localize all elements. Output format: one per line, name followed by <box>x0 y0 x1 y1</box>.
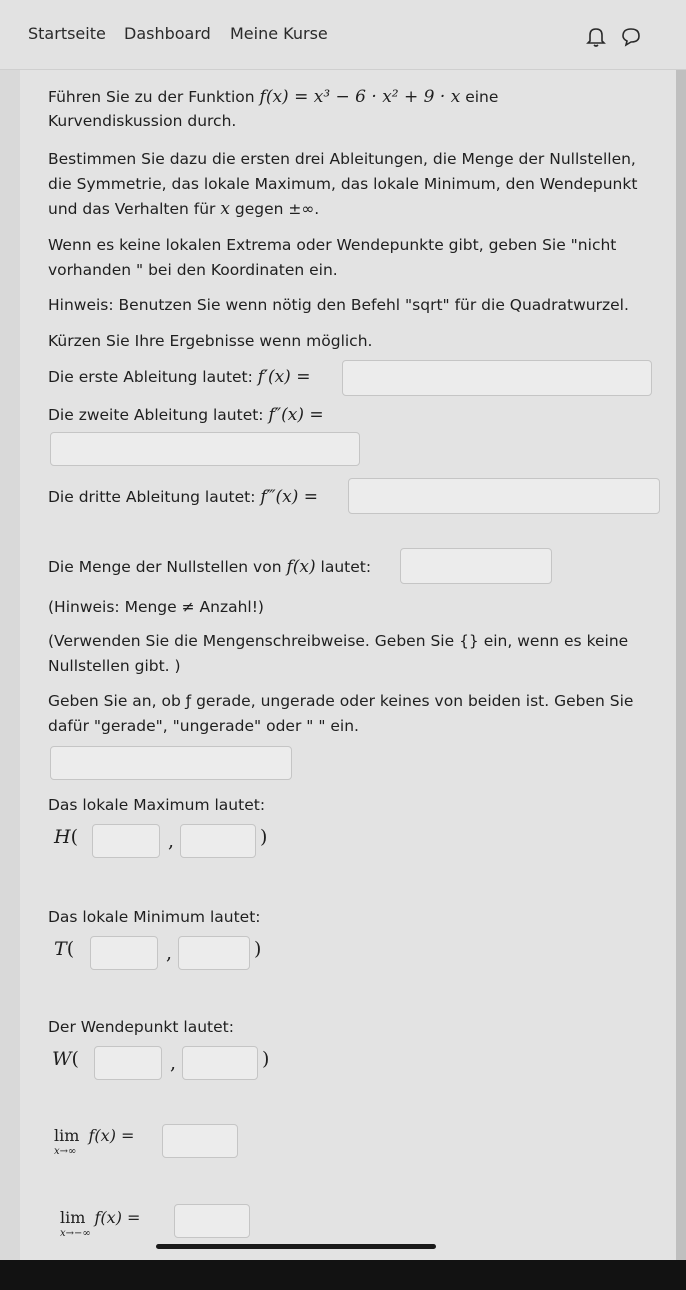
inflection-comma: , <box>170 1052 177 1074</box>
inflection-x-input[interactable] <box>94 1046 162 1080</box>
minimum-close-paren: ) <box>254 938 262 960</box>
minimum-label: Das lokale Minimum lautet: <box>48 908 261 926</box>
limit-plus-infinity-input[interactable] <box>162 1124 238 1158</box>
maximum-x-input[interactable] <box>92 824 160 858</box>
limit-minus-infinity-label: lim x→−∞ f(x) = <box>60 1208 141 1239</box>
nav-dashboard[interactable]: Dashboard <box>124 24 211 43</box>
zeros-hint-notation-line1: (Verwenden Sie die Mengenschreibweise. G… <box>48 632 629 650</box>
zeros-label: Die Menge der Nullstellen von f(x) laute… <box>48 557 372 577</box>
quiz-question-content: Führen Sie zu der Funktion f(x) = x³ − 6… <box>20 70 676 1260</box>
hint-sqrt: Hinweis: Benutzen Sie wenn nötig den Bef… <box>48 296 629 314</box>
inflection-point-letter: W( <box>52 1048 79 1070</box>
chat-bubble-icon[interactable] <box>620 26 642 48</box>
minimum-comma: , <box>166 942 173 964</box>
first-derivative-label: Die erste Ableitung lautet: f′(x) = <box>48 367 311 387</box>
minimum-y-input[interactable] <box>178 936 250 970</box>
maximum-close-paren: ) <box>260 826 268 848</box>
header-icons <box>586 26 646 50</box>
limit-minus-infinity-input[interactable] <box>174 1204 250 1238</box>
zeros-hint-notation-line2: Nullstellen gibt. ) <box>48 657 181 675</box>
limit-plus-infinity-label: lim x→∞ f(x) = <box>54 1126 135 1157</box>
bell-icon[interactable] <box>586 26 606 48</box>
home-indicator <box>156 1244 436 1249</box>
first-derivative-input[interactable] <box>342 360 652 396</box>
symmetry-input[interactable] <box>50 746 292 780</box>
zeros-input[interactable] <box>400 548 552 584</box>
task-intro-line2: Kurvendiskussion durch. <box>48 112 237 130</box>
minimum-point-letter: T( <box>54 938 75 960</box>
task-para2-line3: und das Verhalten für x gegen ±∞. <box>48 199 320 219</box>
maximum-point-letter: H( <box>54 826 78 848</box>
function-formula: f(x) = x³ − 6 · x² + 9 · x <box>259 87 461 107</box>
inflection-close-paren: ) <box>262 1048 270 1070</box>
zeros-hint-set: (Hinweis: Menge ≠ Anzahl!) <box>48 598 264 616</box>
inflection-y-input[interactable] <box>182 1046 258 1080</box>
top-navigation-bar: Startseite Dashboard Meine Kurse <box>0 0 686 70</box>
task-para3-line2: vorhanden " bei den Koordinaten ein. <box>48 261 338 279</box>
nav-startseite[interactable]: Startseite <box>28 24 106 43</box>
maximum-comma: , <box>168 830 175 852</box>
maximum-label: Das lokale Maximum lautet: <box>48 796 266 814</box>
third-derivative-label: Die dritte Ableitung lautet: f‴(x) = <box>48 487 319 507</box>
task-para3-line1: Wenn es keine lokalen Extrema oder Wende… <box>48 236 617 254</box>
bottom-safe-area <box>0 1260 686 1290</box>
inflection-point-label: Der Wendepunkt lautet: <box>48 1018 234 1036</box>
maximum-y-input[interactable] <box>180 824 256 858</box>
nav-meine-kurse[interactable]: Meine Kurse <box>230 24 328 43</box>
symmetry-question-line1: Geben Sie an, ob ƒ gerade, ungerade oder… <box>48 692 634 710</box>
third-derivative-input[interactable] <box>348 478 660 514</box>
second-derivative-label: Die zweite Ableitung lautet: f″(x) = <box>48 405 324 425</box>
scroll-edge <box>676 70 686 1260</box>
second-derivative-input[interactable] <box>50 432 360 466</box>
task-intro-line1: Führen Sie zu der Funktion f(x) = x³ − 6… <box>48 87 499 107</box>
hint-simplify: Kürzen Sie Ihre Ergebnisse wenn möglich. <box>48 332 373 350</box>
minimum-x-input[interactable] <box>90 936 158 970</box>
task-para2-line2: die Symmetrie, das lokale Maximum, das l… <box>48 175 638 193</box>
task-para2-line1: Bestimmen Sie dazu die ersten drei Ablei… <box>48 150 636 168</box>
symmetry-question-line2: dafür "gerade", "ungerade" oder " " ein. <box>48 717 359 735</box>
